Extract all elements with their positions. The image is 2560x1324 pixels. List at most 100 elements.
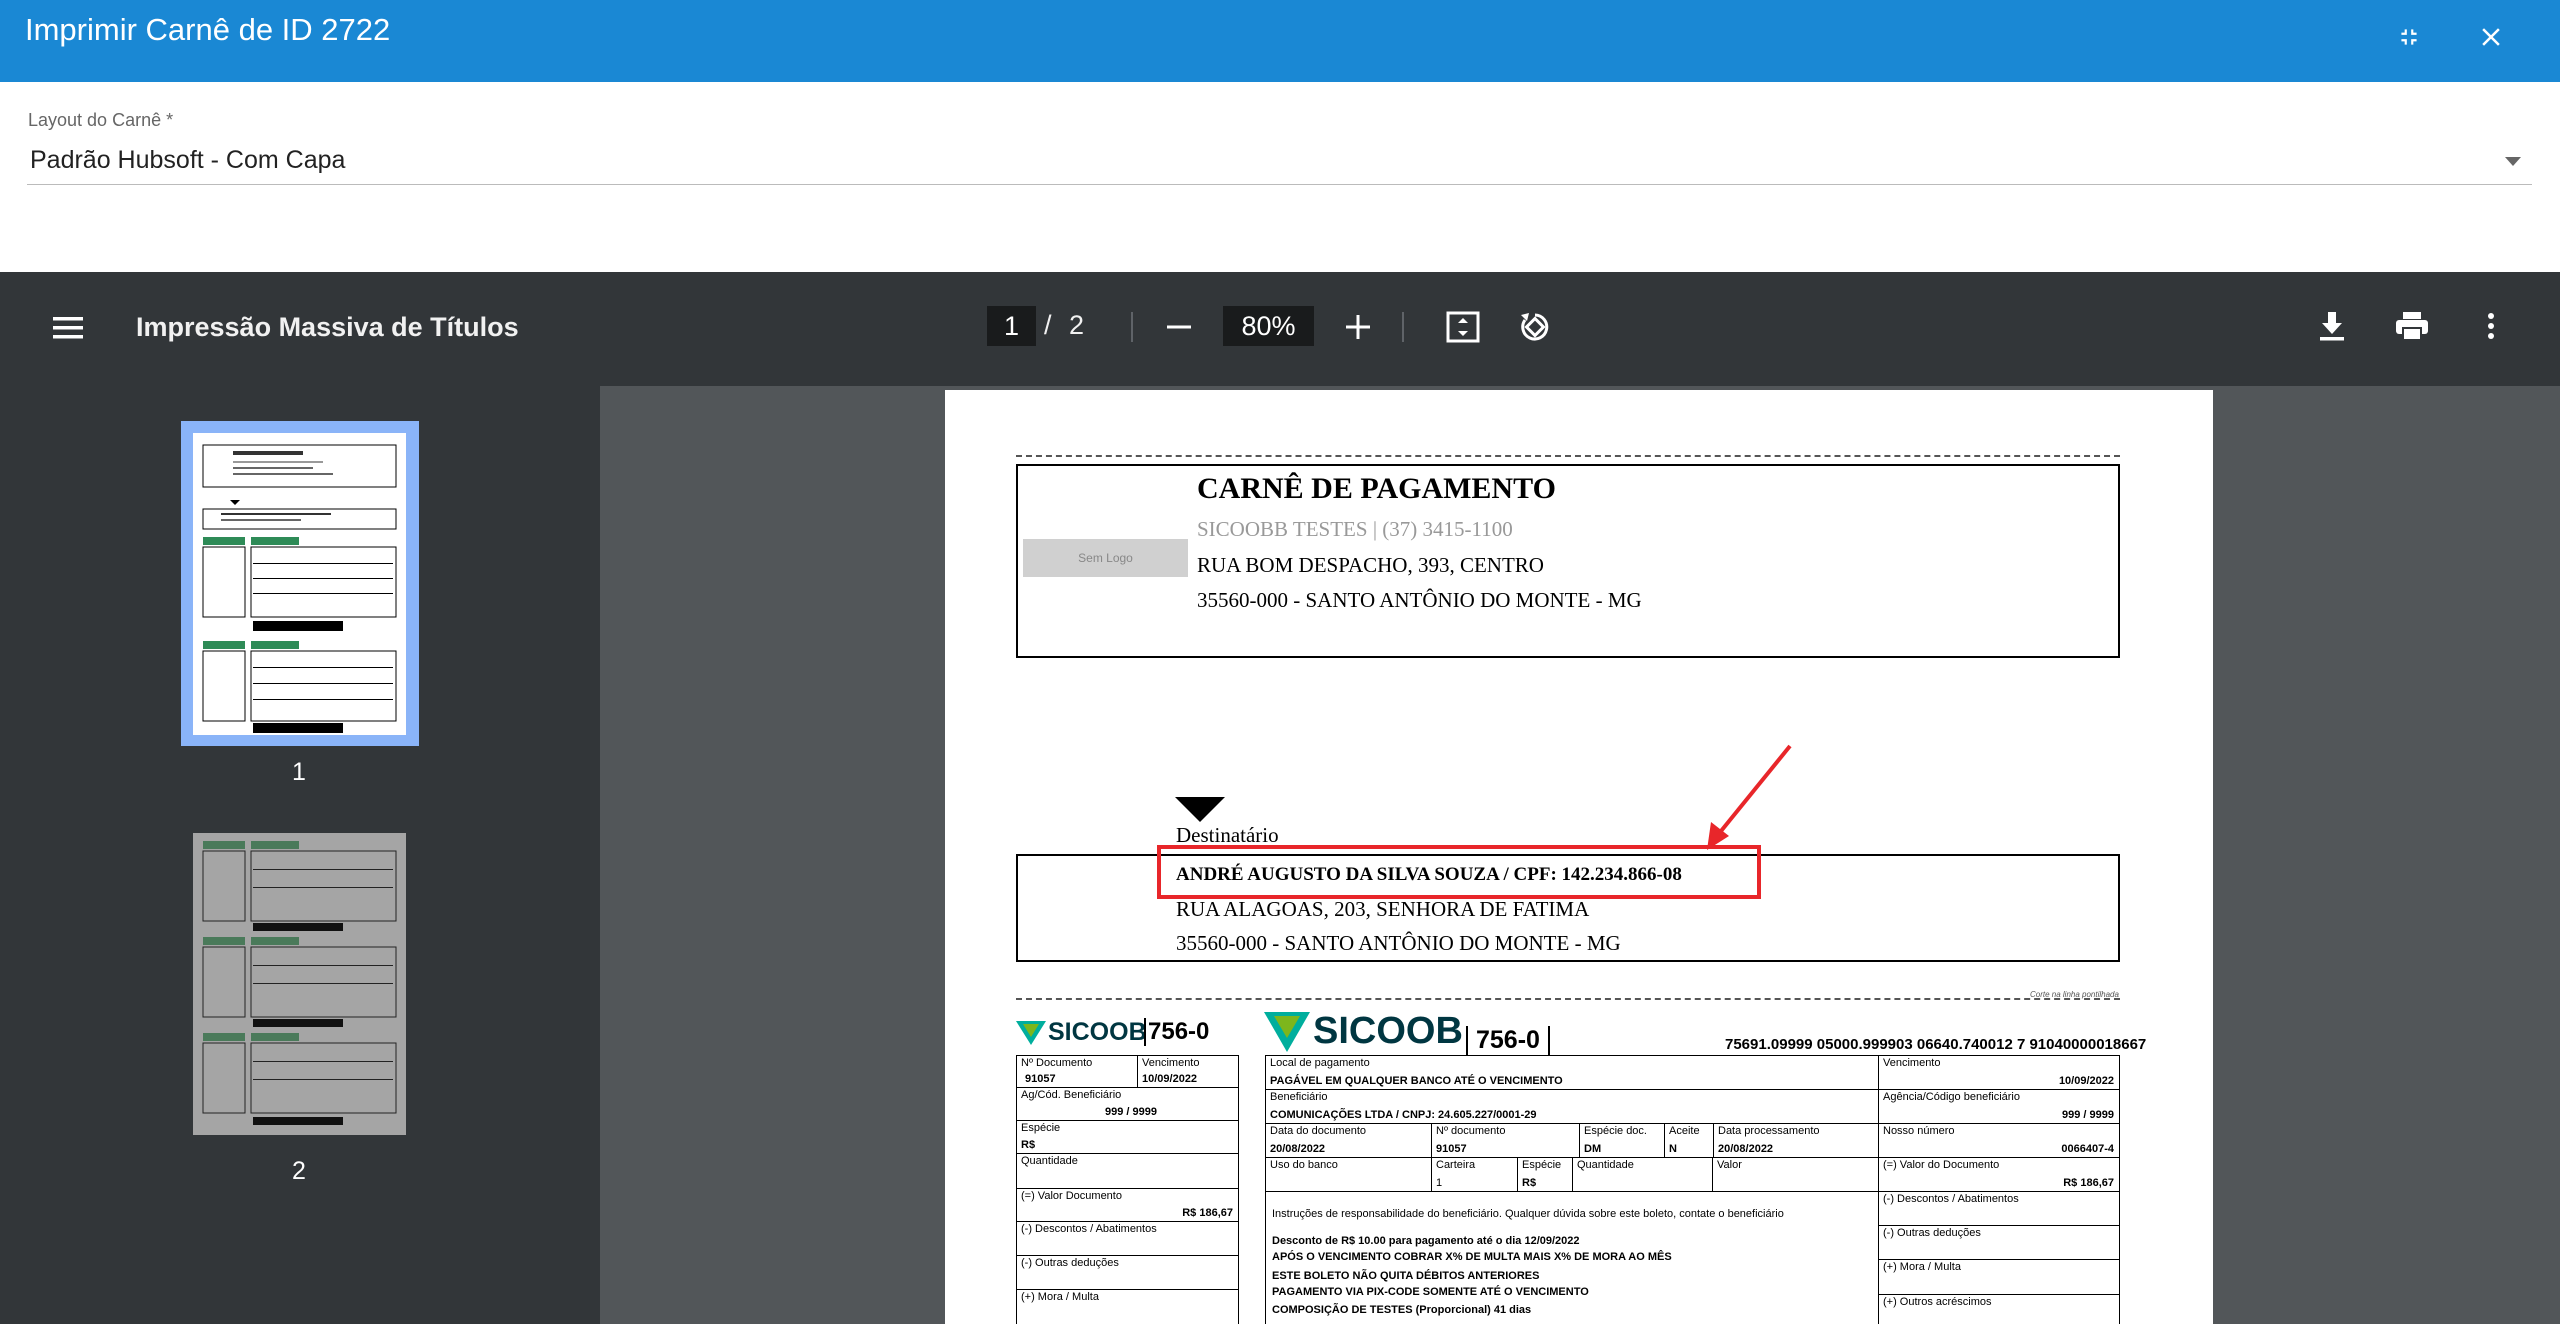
mora-multa: (+) Mora / Multa [1878,1259,2120,1295]
cell-label: (-) Outras deduções [1021,1257,1119,1269]
cell-label: Quantidade [1021,1155,1078,1167]
thumbnail-page-1[interactable] [193,433,406,735]
cut-hint: Corte na linha pontilhada [2030,990,2119,999]
instrucoes-header: Instruções de responsabilidade do benefi… [1272,1208,1784,1220]
digitable-line[interactable]: 75691.09999 05000.999903 06640.740012 7 … [1725,1036,2146,1053]
cell-label: Nosso número [1883,1125,1955,1137]
cell-label: Espécie doc. [1584,1125,1647,1137]
download-icon [2320,312,2344,341]
more-options-button[interactable] [2474,308,2508,344]
cell-label: Vencimento [1883,1057,1941,1069]
thumbnail-page-2[interactable] [193,833,406,1135]
menu-icon [53,317,83,339]
instrucao-desconto: Desconto de R$ 10.00 para pagamento até … [1272,1235,1580,1247]
zoom-in-button[interactable] [1341,310,1375,344]
bank-code-main: 756-0 [1466,1026,1550,1055]
page-number-input[interactable]: 1 [987,306,1036,346]
layout-select-underline [27,184,2532,185]
cell-value: COMUNICAÇÕES LTDA / CNPJ: 24.605.227/000… [1270,1109,1537,1121]
cell-label: Espécie [1021,1122,1061,1134]
agencia-codigo: Agência/Código beneficiário 999 / 9999 [1878,1089,2120,1124]
uso-banco: Uso do banco [1265,1157,1432,1192]
zoom-out-button[interactable] [1162,310,1196,344]
stub-outras: (-) Outras deduções [1016,1255,1239,1290]
company-city: 35560-000 - SANTO ANTÔNIO DO MONTE - MG [1197,588,1642,612]
fit-page-button[interactable] [1444,308,1482,346]
plus-icon [1346,315,1370,339]
vencimento: Vencimento 10/09/2022 [1878,1055,2120,1090]
layout-field-label: Layout do Carnê * [28,110,174,130]
cell-value: 10/09/2022 [2058,1075,2114,1087]
more-vert-icon [2488,313,2494,339]
menu-button[interactable] [46,310,90,346]
stub-especie: Espécie R$ [1016,1120,1239,1154]
sicoob-mark-icon [1016,1020,1046,1045]
instrucao-pix: PAGAMENTO VIA PIX-CODE SOMENTE ATÉ O VEN… [1272,1286,1589,1298]
outras-deducoes: (-) Outras deduções [1878,1225,2120,1260]
page-total: 2 [1069,310,1085,340]
pdf-page: Sem Logo CARNÊ DE PAGAMENTO SICOOBB TEST… [945,390,2213,1324]
cell-label: Valor [1717,1159,1742,1171]
cell-label: Aceite [1669,1125,1700,1137]
stub-valor: (=) Valor Documento R$ 186,67 [1016,1188,1239,1222]
cover-title: CARNÊ DE PAGAMENTO [1197,472,1556,505]
bank-code-stub: 756-0 [1144,1018,1209,1046]
cell-label: (+) Mora / Multa [1883,1261,1961,1273]
local-pagamento: Local de pagamento PAGÁVEL EM QUALQUER B… [1265,1055,1879,1090]
rotate-button[interactable] [1516,308,1554,346]
page-separator: / [1044,310,1052,340]
stub-mora: (+) Mora / Multa [1016,1289,1239,1324]
cell-label: Quantidade [1577,1159,1634,1171]
cut-line [1016,998,2120,1000]
cell-value: R$ [1522,1177,1537,1189]
thumbnail-page-1-preview [202,444,397,733]
zoom-input[interactable]: 80% [1223,306,1314,346]
exit-fullscreen-button[interactable] [2386,14,2432,60]
fit-page-icon [1446,311,1480,343]
especie: Espécie R$ [1517,1157,1573,1192]
cell-value: 999 / 9999 [1105,1106,1157,1118]
cell-label: (-) Descontos / Abatimentos [1021,1223,1157,1235]
sicoob-mark-icon [1264,1011,1310,1052]
cell-value: R$ [1021,1139,1036,1151]
bank-brand-main: SICOOB [1313,1010,1463,1052]
valor: Valor [1712,1157,1879,1192]
num-documento: Nº documento 91057 [1431,1123,1580,1158]
close-button[interactable] [2468,14,2514,60]
company-address: RUA BOM DESPACHO, 393, CENTRO [1197,553,1544,577]
print-button[interactable] [2392,308,2432,344]
logo-placeholder: Sem Logo [1023,539,1188,577]
thumbnail-page-2-preview [202,841,397,1125]
valor-documento: (=) Valor do Documento R$ 186,67 [1878,1157,2120,1192]
cell-value: 20/08/2022 [1718,1143,1774,1155]
cell-label: (=) Valor Documento [1021,1190,1122,1202]
toolbar-divider [1402,312,1404,342]
cell-value: 1 [1436,1177,1443,1189]
company-info: SICOOBB TESTES | (37) 3415-1100 [1197,517,1513,541]
bank-brand-stub: SICOOB [1048,1018,1147,1046]
beneficiario: Beneficiário COMUNICAÇÕES LTDA / CNPJ: 2… [1265,1089,1879,1124]
cell-label: Nº Documento [1021,1057,1093,1069]
cut-line [1016,455,2120,457]
layout-select[interactable]: Padrão Hubsoft - Com Capa [30,146,345,175]
carteira: Carteira 1 [1431,1157,1518,1192]
recipient-city: 35560-000 - SANTO ANTÔNIO DO MONTE - MG [1176,931,1621,955]
cell-value: 999 / 9999 [2062,1109,2114,1121]
annotation-arrow-icon [1707,744,1792,850]
cell-label: Carteira [1436,1159,1476,1171]
download-button[interactable] [2314,308,2350,344]
cell-label: Data processamento [1718,1125,1820,1137]
cell-value: 0066407-4 [2061,1143,2114,1155]
quantidade: Quantidade [1572,1157,1713,1192]
triangle-marker-icon [1175,797,1225,822]
chevron-down-icon[interactable] [2505,157,2521,166]
nosso-numero: Nosso número 0066407-4 [1878,1123,2120,1158]
minus-icon [1167,325,1191,329]
sicoob-logo-stub: SICOOB [1016,1018,1147,1047]
close-icon [2482,28,2500,46]
cell-label: Vencimento [1142,1057,1200,1069]
cell-value: 10/09/2022 [1142,1073,1198,1085]
cell-label: (+) Mora / Multa [1021,1291,1099,1303]
stub-vencimento: Vencimento 10/09/2022 [1137,1055,1239,1088]
cell-label: Data do documento [1270,1125,1367,1137]
